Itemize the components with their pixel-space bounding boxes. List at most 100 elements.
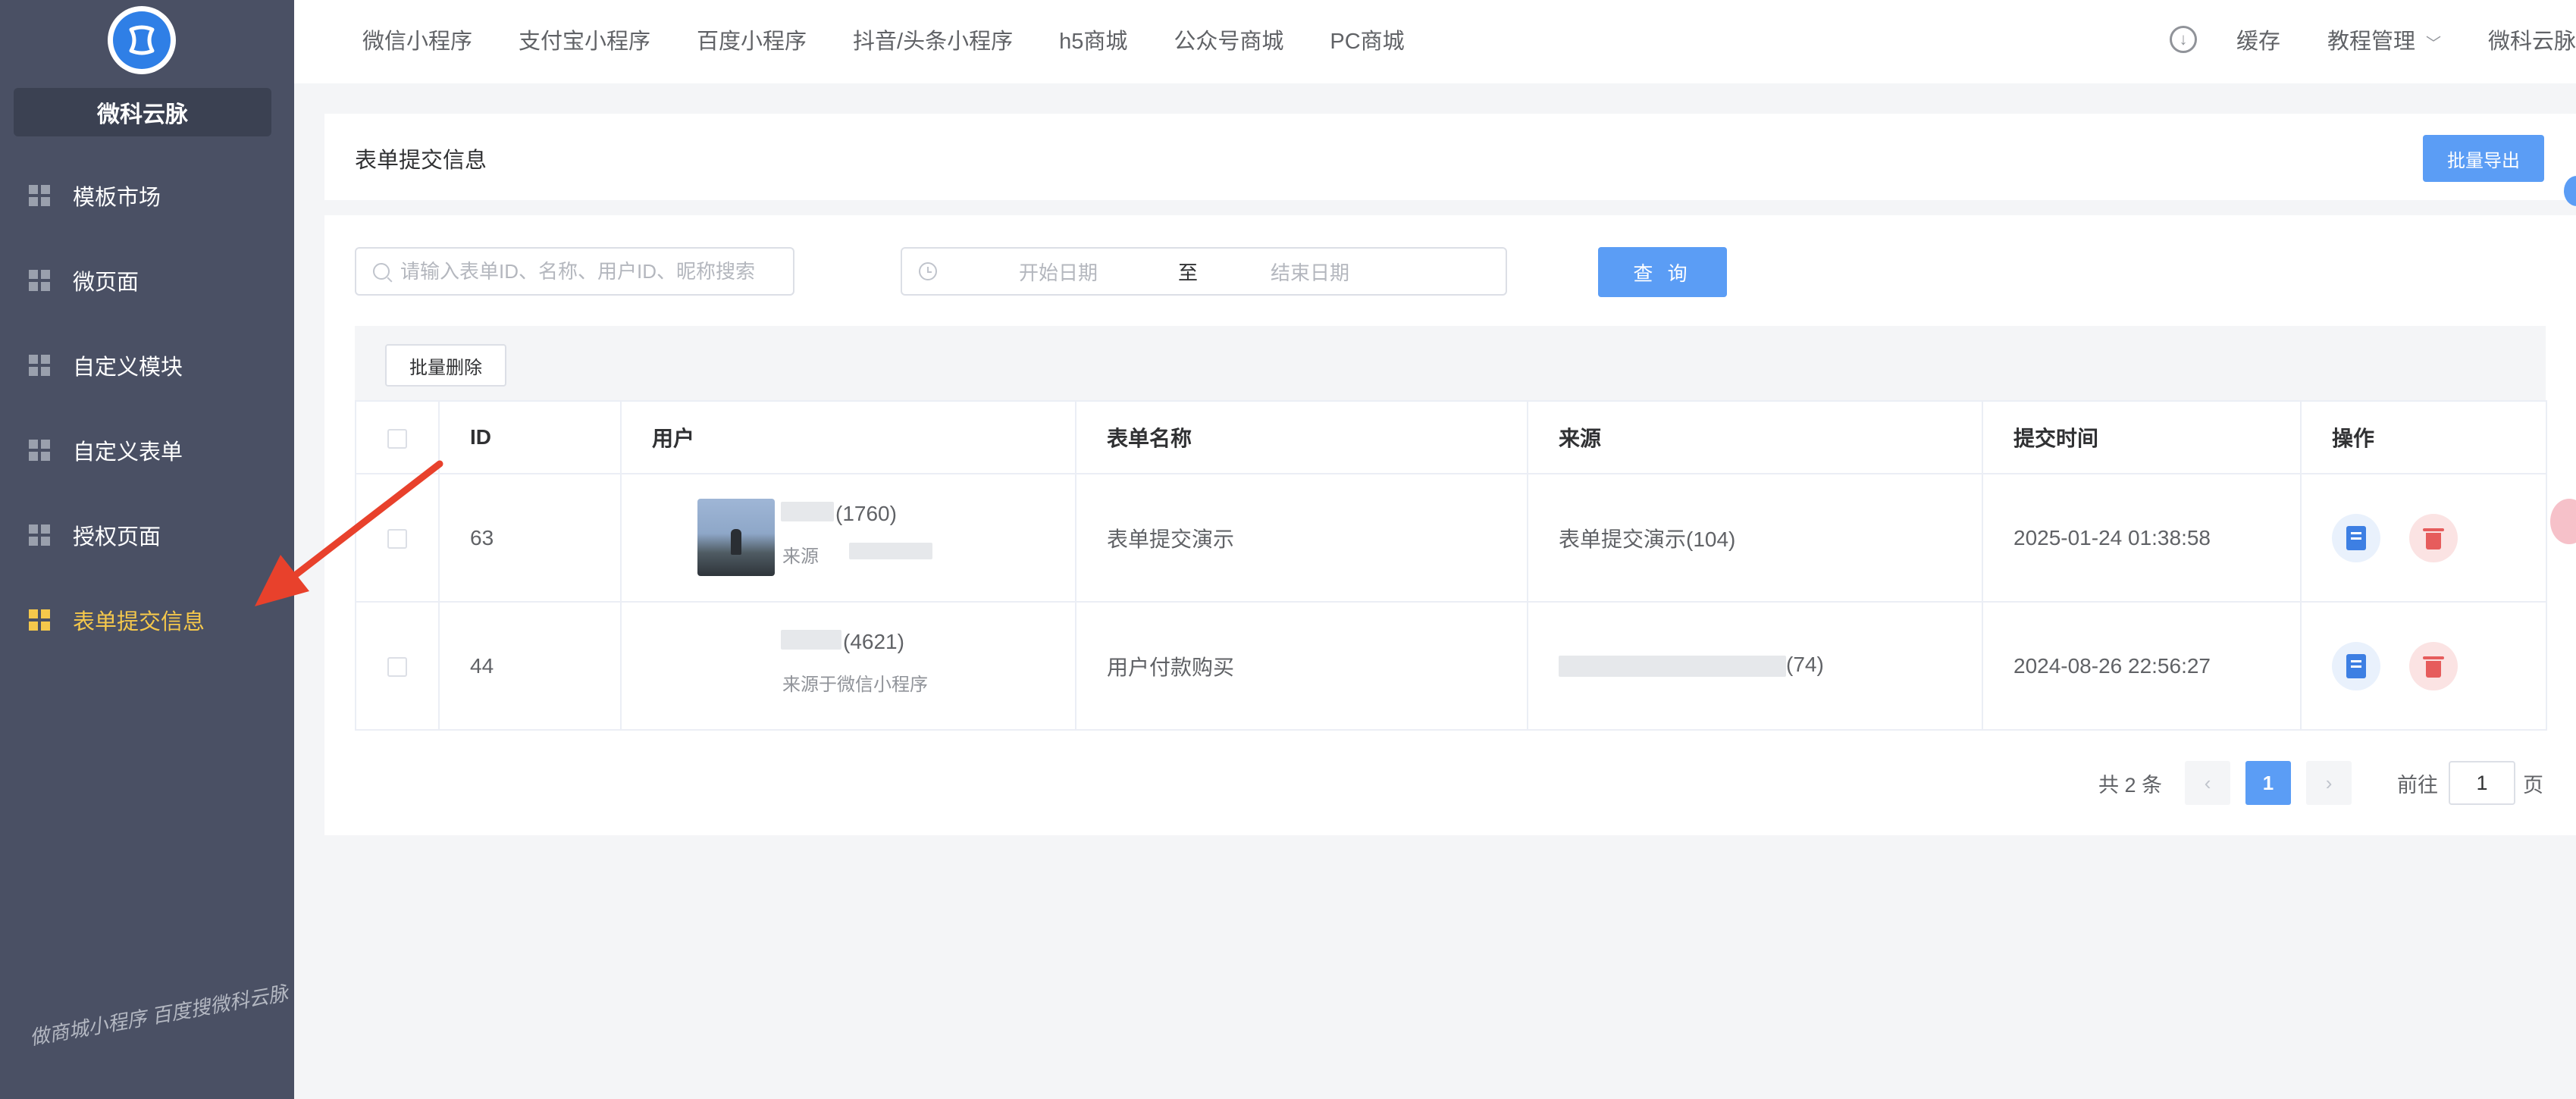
grid-icon bbox=[29, 440, 50, 461]
table-row: 44 (4621) 来源于微信小程序 用户付款购买 (74) 2024-08-2… bbox=[355, 601, 2547, 731]
trash-icon bbox=[2423, 527, 2444, 550]
blurred-name bbox=[781, 502, 834, 521]
blurred-name bbox=[781, 630, 841, 650]
row-user: (4621) 来源于微信小程序 bbox=[620, 601, 1076, 731]
document-icon bbox=[2346, 653, 2366, 678]
nav-pc-mall[interactable]: PC商城 bbox=[1330, 23, 1404, 55]
page-number-button[interactable]: 1 bbox=[2245, 761, 2292, 805]
user-source-text: 来源于微信小程序 bbox=[782, 675, 928, 695]
download-icon[interactable]: ↓ bbox=[2169, 26, 2197, 53]
total-count: 共 2 条 bbox=[2098, 773, 2163, 797]
date-end-placeholder[interactable]: 结束日期 bbox=[1271, 258, 1349, 286]
watermark-text: 做商城小程序 百度搜微科云脉 bbox=[27, 981, 290, 1050]
table-toolbar: 批量删除 bbox=[355, 326, 2546, 400]
nav-wechat-miniprogram[interactable]: 微信小程序 bbox=[362, 23, 472, 55]
header-user: 用户 bbox=[620, 400, 1076, 474]
sidebar-item-label: 微页面 bbox=[73, 271, 139, 295]
row-source: 表单提交演示(104) bbox=[1527, 473, 1983, 603]
sidebar-item-label: 自定义模块 bbox=[73, 355, 183, 380]
delete-button[interactable] bbox=[2409, 641, 2458, 690]
user-id-text: (1760) bbox=[835, 502, 897, 525]
date-separator: 至 bbox=[1178, 261, 1199, 284]
page-header: 表单提交信息 批量导出 bbox=[324, 114, 2576, 200]
header-source: 来源 bbox=[1527, 400, 1983, 474]
search-field[interactable] bbox=[355, 247, 794, 296]
goto-suffix: 页 bbox=[2523, 773, 2544, 797]
delete-button[interactable] bbox=[2409, 513, 2458, 562]
row-source: (74) bbox=[1527, 601, 1983, 731]
user-menu[interactable]: 微科云脉 bbox=[2488, 23, 2576, 55]
goto-page-input[interactable] bbox=[2449, 761, 2516, 805]
grid-icon bbox=[29, 185, 50, 206]
blurred-source bbox=[1559, 656, 1786, 677]
row-user: (1760) 来源 bbox=[620, 473, 1076, 603]
user-id-text: (4621) bbox=[843, 630, 904, 653]
logo-mark-icon bbox=[113, 11, 171, 69]
sidebar-item-label: 模板市场 bbox=[73, 186, 161, 210]
grid-icon bbox=[29, 524, 50, 546]
row-actions bbox=[2300, 601, 2547, 731]
grid-icon bbox=[29, 270, 50, 291]
row-source-text: (74) bbox=[1786, 653, 1824, 676]
document-icon bbox=[2346, 525, 2366, 550]
next-page-button[interactable]: › bbox=[2306, 761, 2352, 805]
grid-icon bbox=[29, 609, 50, 631]
brand-name: 微科云脉 bbox=[14, 88, 271, 136]
top-bar: 微信小程序 支付宝小程序 百度小程序 抖音/头条小程序 h5商城 公众号商城 P… bbox=[294, 0, 2576, 83]
trash-icon bbox=[2423, 655, 2444, 678]
nav-baidu-miniprogram[interactable]: 百度小程序 bbox=[697, 23, 807, 55]
date-start-placeholder[interactable]: 开始日期 bbox=[1019, 258, 1098, 286]
avatar bbox=[697, 499, 775, 576]
nav-douyin-miniprogram[interactable]: 抖音/头条小程序 bbox=[853, 23, 1013, 55]
row-form-name: 用户付款购买 bbox=[1075, 601, 1528, 731]
sidebar-item-template-market[interactable]: 模板市场 bbox=[0, 153, 294, 238]
user-source-text: 来源 bbox=[782, 546, 819, 567]
prev-page-button[interactable]: ‹ bbox=[2185, 761, 2231, 805]
blurred-source bbox=[849, 543, 932, 559]
row-id: 44 bbox=[438, 601, 622, 731]
chevron-down-icon: ﹀ bbox=[2425, 36, 2441, 52]
row-form-name: 表单提交演示 bbox=[1075, 473, 1528, 603]
submissions-table: ID 用户 表单名称 来源 提交时间 操作 63 (1760) 来源 表单提交演 bbox=[355, 400, 2547, 731]
search-icon bbox=[373, 263, 390, 280]
row-id: 63 bbox=[438, 473, 622, 603]
pagination: 共 2 条 ‹ 1 › 前往 页 bbox=[2098, 761, 2543, 805]
top-right: ↓ 缓存 教程管理 ﹀ 微科云脉 bbox=[2169, 0, 2576, 79]
nav-alipay-miniprogram[interactable]: 支付宝小程序 bbox=[519, 23, 650, 55]
select-all-checkbox[interactable] bbox=[387, 428, 407, 449]
sidebar-item-label: 授权页面 bbox=[73, 525, 161, 550]
sidebar-item-label: 自定义表单 bbox=[73, 440, 183, 465]
date-range-picker[interactable]: 开始日期 至 结束日期 bbox=[901, 247, 1507, 296]
logo[interactable] bbox=[108, 6, 176, 74]
goto-prefix: 前往 bbox=[2397, 773, 2439, 797]
row-actions bbox=[2300, 473, 2547, 603]
tutorial-label: 教程管理 bbox=[2327, 30, 2415, 54]
sidebar-item-micro-page[interactable]: 微页面 bbox=[0, 238, 294, 323]
row-select-cell bbox=[355, 601, 440, 731]
table-row: 63 (1760) 来源 表单提交演示 表单提交演示(104) 2025-01-… bbox=[355, 473, 2547, 603]
header-submit-time: 提交时间 bbox=[1982, 400, 2302, 474]
view-button[interactable] bbox=[2332, 513, 2380, 562]
top-nav: 微信小程序 支付宝小程序 百度小程序 抖音/头条小程序 h5商城 公众号商城 P… bbox=[362, 0, 1451, 79]
row-checkbox[interactable] bbox=[387, 657, 407, 678]
search-input[interactable] bbox=[400, 259, 793, 283]
bulk-export-button[interactable]: 批量导出 bbox=[2423, 135, 2544, 182]
cache-link[interactable]: 缓存 bbox=[2236, 23, 2280, 55]
header-form-name: 表单名称 bbox=[1075, 400, 1528, 474]
sidebar-item-label: 表单提交信息 bbox=[73, 610, 205, 634]
row-submit-time: 2024-08-26 22:56:27 bbox=[1982, 601, 2302, 731]
page-title: 表单提交信息 bbox=[355, 149, 487, 173]
view-button[interactable] bbox=[2332, 641, 2380, 690]
goto-page: 前往 页 bbox=[2397, 761, 2543, 805]
grid-icon bbox=[29, 355, 50, 376]
sidebar-item-custom-module[interactable]: 自定义模块 bbox=[0, 323, 294, 408]
nav-official-account-mall[interactable]: 公众号商城 bbox=[1174, 23, 1283, 55]
main-content: 开始日期 至 结束日期 查 询 批量删除 ID 用户 表单名称 来源 提交时间 … bbox=[324, 215, 2576, 835]
row-submit-time: 2025-01-24 01:38:58 bbox=[1982, 473, 2302, 603]
clock-icon bbox=[919, 262, 937, 280]
nav-h5-mall[interactable]: h5商城 bbox=[1059, 23, 1127, 55]
query-button[interactable]: 查 询 bbox=[1598, 247, 1727, 297]
red-arrow-annotation bbox=[255, 460, 443, 606]
bulk-delete-button[interactable]: 批量删除 bbox=[385, 344, 506, 387]
tutorial-menu[interactable]: 教程管理 ﹀ bbox=[2327, 23, 2441, 55]
